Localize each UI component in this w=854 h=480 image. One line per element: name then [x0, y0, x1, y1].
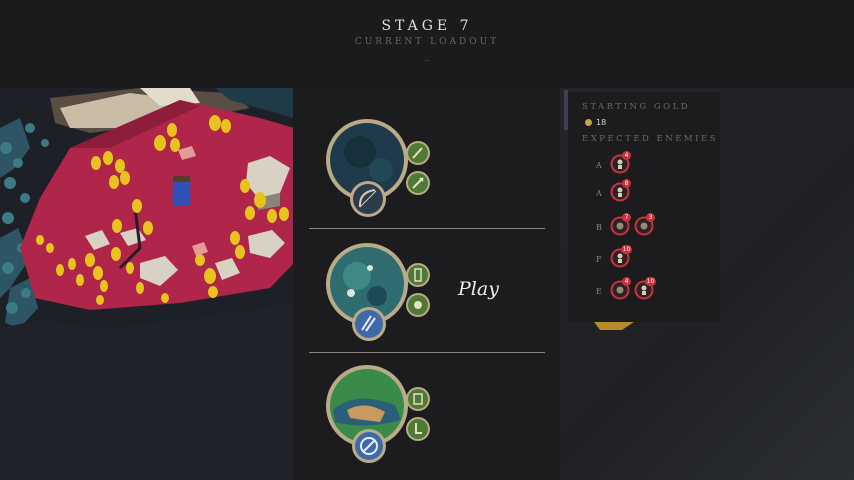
stage-title: STAGE 7 [381, 18, 473, 34]
lightning-icon [351, 306, 387, 346]
runner-enemy-icon: 4 [610, 151, 631, 174]
enemy-count-badge: 4 [622, 277, 631, 286]
fist-icon [405, 292, 431, 322]
gold-amount: 18 [585, 118, 606, 127]
enemy-count-badge: 3 [646, 213, 655, 222]
loadout-1-card[interactable] [325, 114, 435, 222]
enemy-count-badge: 7 [622, 213, 631, 222]
staff-icon [405, 170, 431, 200]
enemy-count-badge: 4 [622, 151, 631, 160]
header-divider [425, 60, 429, 61]
brute-enemy-icon: 7 [610, 213, 631, 236]
gold-coin-icon [585, 119, 592, 126]
totem-icon [405, 262, 431, 292]
feather-icon [405, 140, 431, 170]
brute-enemy-icon: 4 [610, 277, 631, 300]
scroll-icon [405, 386, 431, 416]
runner-enemy-icon: 10 [610, 245, 632, 268]
wave-letter: B [596, 223, 602, 232]
wave-letter: A [596, 189, 602, 198]
runner-enemy-icon: 8 [610, 179, 631, 202]
ban-icon [351, 428, 387, 468]
expected-enemies-label: EXPECTED ENEMIES [582, 134, 719, 144]
level-map[interactable] [0, 88, 294, 480]
play-button[interactable]: Play [458, 278, 499, 300]
loadout-3-card[interactable] [325, 360, 435, 468]
wave-letter: A [596, 161, 602, 170]
boot-icon [405, 416, 431, 446]
stage-info-panel: STARTING GOLD 18 EXPECTED ENEMIES A 4 A … [564, 90, 720, 322]
runner-enemy-icon: 10 [634, 277, 656, 300]
starting-gold-label: STARTING GOLD [582, 102, 691, 112]
loadout-divider [309, 352, 545, 353]
loadout-2-card[interactable] [325, 238, 435, 346]
loadout-divider [309, 228, 545, 229]
enemy-count-badge: 8 [622, 179, 631, 188]
bow-icon [349, 180, 387, 222]
enemy-count-badge: 10 [621, 245, 632, 254]
gold-value: 18 [596, 118, 607, 127]
wave-letter: F [596, 255, 602, 264]
enemy-count-badge: 10 [645, 277, 656, 286]
loadout-subtitle: CURRENT LOADOUT [354, 37, 500, 47]
wave-letter: E [596, 287, 602, 296]
brute-enemy-icon: 3 [634, 213, 655, 236]
panel-accent [564, 90, 568, 130]
